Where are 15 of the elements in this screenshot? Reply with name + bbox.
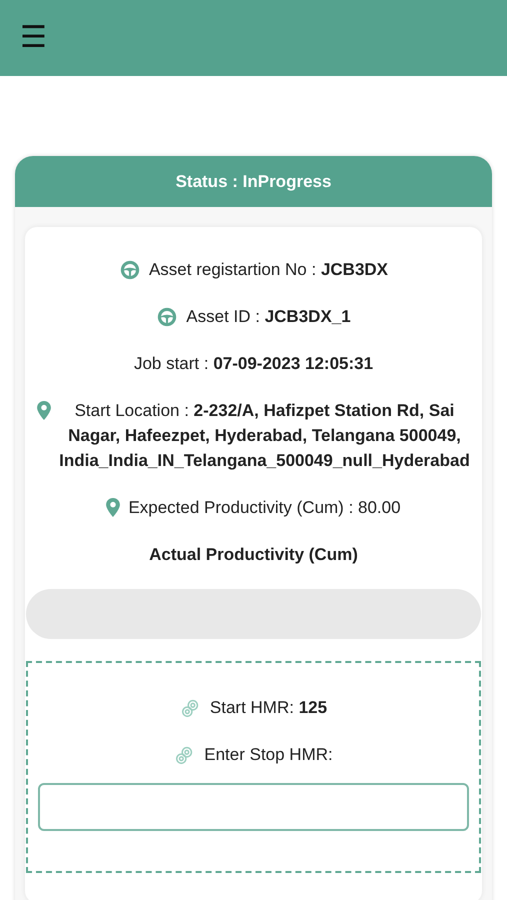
detail-text: Asset ID : JCB3DX_1 bbox=[186, 306, 351, 328]
steering-wheel-icon bbox=[118, 259, 141, 281]
stop-hmr-label: Enter Stop HMR: bbox=[204, 744, 333, 766]
actual-productivity-label: Actual Productivity (Cum) bbox=[149, 544, 358, 566]
detail-text: Start Location : 2-232/A, Hafizpet Station Rd, Sai Nagar, Hafeezpet, Hyderabad, Telangana 500049, India_India_IN_Telangana_500049_null_Hyderabad bbox=[59, 400, 470, 472]
detail-text: Expected Productivity (Cum) : 80.00 bbox=[128, 497, 401, 519]
detail-text: Job start : 07-09-2023 12:05:31 bbox=[134, 353, 374, 375]
status-title: Status : InProgress bbox=[176, 172, 332, 192]
steering-wheel-icon bbox=[156, 306, 178, 328]
location-pin-icon bbox=[37, 401, 51, 420]
stop-hmr-input[interactable] bbox=[38, 783, 469, 831]
detail-text: Asset registartion No : JCB3DX bbox=[148, 259, 388, 281]
start-hmr-text: Start HMR: 125 bbox=[210, 697, 328, 719]
menu-button[interactable]: ☰ bbox=[20, 23, 47, 53]
location-pin-icon bbox=[106, 498, 120, 517]
